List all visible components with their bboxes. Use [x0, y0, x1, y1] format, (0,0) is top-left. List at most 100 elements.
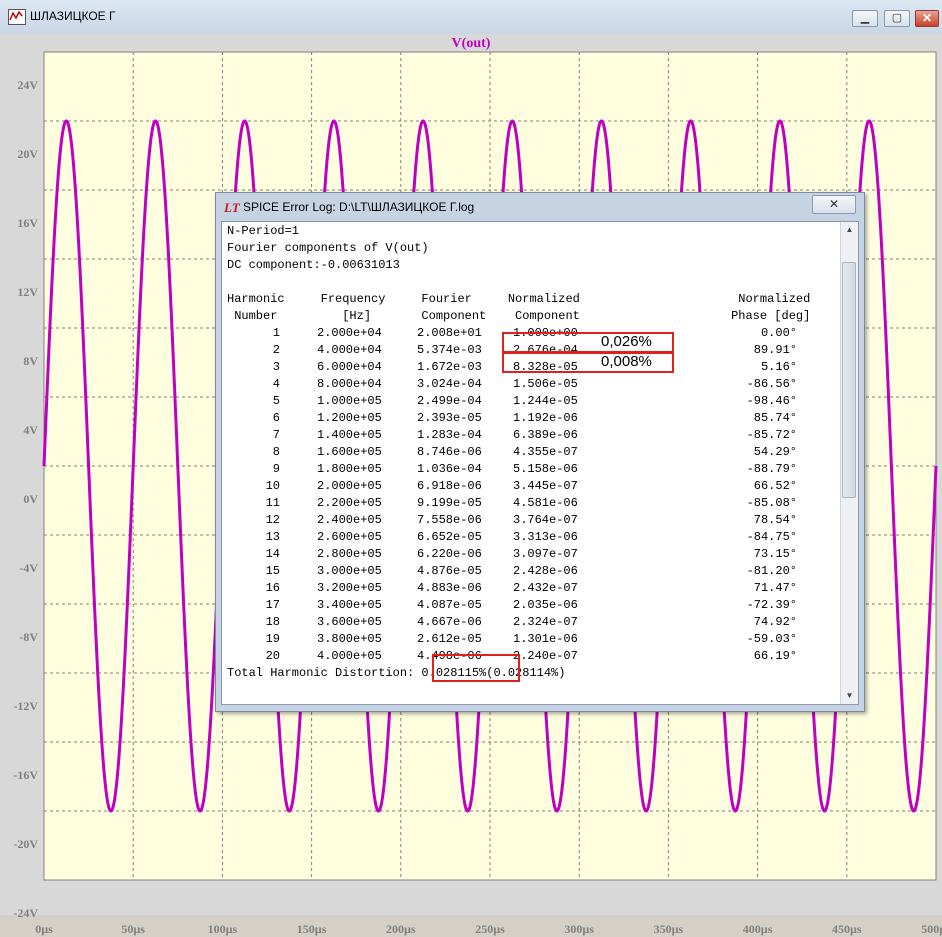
scroll-down-icon[interactable]: ▼	[841, 688, 858, 704]
n-period-line: N-Period=1	[227, 224, 300, 238]
fourier-component-cell: 8.746e-06	[417, 445, 482, 459]
x-tick-label: 0µs	[35, 922, 53, 936]
phase-cell: 66.52°	[753, 479, 797, 493]
scroll-up-icon[interactable]: ▲	[841, 222, 858, 238]
minimize-button[interactable]: ▁	[852, 10, 878, 27]
y-tick-label: -24V	[13, 906, 38, 920]
ltspice-logo-icon: LT	[224, 200, 240, 215]
normalized-component-cell: 5.158e-06	[513, 462, 578, 476]
harmonic-row: 4 8.000e+04 3.024e-04 1.506e-05 -86.56°	[222, 377, 842, 394]
normalized-component-cell: 2.035e-06	[513, 598, 578, 612]
normalized-component-cell: 2.428e-06	[513, 564, 578, 578]
window-title: ШЛАЗИЦКОЕ Г	[30, 9, 116, 23]
fourier-component-cell: 2.499e-04	[417, 394, 482, 408]
harmonic-number: 2	[272, 343, 280, 357]
frequency-cell: 2.400e+05	[317, 513, 382, 527]
harmonic-row: 7 1.400e+05 1.283e-04 6.389e-06 -85.72°	[222, 428, 842, 445]
maximize-button[interactable]: ▢	[884, 10, 910, 27]
normalized-component-cell: 2.324e-07	[513, 615, 578, 629]
normalized-component-cell: 1.244e-05	[513, 394, 578, 408]
x-tick-label: 250µs	[475, 922, 505, 936]
title-bar: ШЛАЗИЦКОЕ Г ▁ ▢ ✕	[0, 0, 942, 35]
close-button[interactable]: ✕	[915, 10, 939, 27]
fourier-component-cell: 2.612e-05	[417, 632, 482, 646]
x-tick-label: 100µs	[207, 922, 238, 936]
harmonic-row: 17 3.400e+05 4.087e-05 2.035e-06 -72.39°	[222, 598, 842, 615]
phase-cell: -72.39°	[746, 598, 797, 612]
x-tick-label: 350µs	[653, 922, 684, 936]
normalized-component-cell: 3.313e-06	[513, 530, 578, 544]
harmonic-row: 15 3.000e+05 4.876e-05 2.428e-06 -81.20°	[222, 564, 842, 581]
harmonic-number: 10	[265, 479, 280, 493]
harmonic-number: 5	[272, 394, 280, 408]
normalized-component-cell: 3.097e-07	[513, 547, 578, 561]
normalized-component-cell: 1.506e-05	[513, 377, 578, 391]
harmonic-row: 20 4.000e+05 4.498e-06 2.240e-07 66.19°	[222, 649, 842, 666]
normalized-component-cell: 2.240e-07	[513, 649, 578, 663]
log-close-button[interactable]: ✕	[812, 195, 856, 214]
phase-cell: -81.20°	[746, 564, 797, 578]
waveform-app-icon	[8, 9, 26, 25]
table-header-1: Harmonic Frequency Fourier Normalized No…	[227, 292, 811, 306]
phase-cell: 73.15°	[753, 547, 797, 561]
fourier-title-line: Fourier components of V(out)	[227, 241, 429, 255]
harmonic-number: 16	[265, 581, 280, 595]
minimize-icon: ▁	[860, 12, 870, 24]
annotation-h2-percent: 0,026%	[601, 333, 652, 350]
harmonic-number: 19	[265, 632, 280, 646]
frequency-cell: 2.000e+05	[317, 479, 382, 493]
harmonic-number: 18	[265, 615, 280, 629]
frequency-cell: 3.800e+05	[317, 632, 382, 646]
x-tick-label: 500µs	[921, 922, 942, 936]
harmonic-row: 14 2.800e+05 6.220e-06 3.097e-07 73.15°	[222, 547, 842, 564]
phase-cell: 78.54°	[753, 513, 797, 527]
y-tick-label: 12V	[17, 285, 38, 299]
frequency-cell: 2.200e+05	[317, 496, 382, 510]
harmonic-row: 8 1.600e+05 8.746e-06 4.355e-07 54.29°	[222, 445, 842, 462]
log-scrollbar[interactable]: ▲ ▼	[840, 222, 858, 704]
fourier-component-cell: 7.558e-06	[417, 513, 482, 527]
normalized-component-cell: 3.445e-07	[513, 479, 578, 493]
phase-cell: -85.08°	[746, 496, 797, 510]
harmonic-row: 10 2.000e+05 6.918e-06 3.445e-07 66.52°	[222, 479, 842, 496]
harmonic-row: 6 1.200e+05 2.393e-05 1.192e-06 85.74°	[222, 411, 842, 428]
normalized-component-cell: 2.432e-07	[513, 581, 578, 595]
y-tick-label: 24V	[17, 78, 38, 92]
annotation-h3-percent: 0,008%	[601, 353, 652, 370]
frequency-cell: 1.000e+05	[317, 394, 382, 408]
frequency-cell: 3.400e+05	[317, 598, 382, 612]
fourier-component-cell: 1.283e-04	[417, 428, 482, 442]
normalized-component-cell: 1.192e-06	[513, 411, 578, 425]
y-tick-label: -8V	[19, 630, 38, 644]
phase-cell: 5.16°	[760, 360, 797, 374]
x-tick-label: 200µs	[386, 922, 416, 936]
y-tick-label: 0V	[23, 492, 38, 506]
log-text-area[interactable]: N-Period=1 Fourier components of V(out) …	[221, 221, 859, 705]
scroll-thumb[interactable]	[842, 262, 856, 498]
harmonic-row: 18 3.600e+05 4.667e-06 2.324e-07 74.92°	[222, 615, 842, 632]
phase-cell: 89.91°	[753, 343, 797, 357]
fourier-component-cell: 9.199e-05	[417, 496, 482, 510]
harmonic-number: 3	[272, 360, 280, 374]
normalized-component-cell: 4.581e-06	[513, 496, 578, 510]
log-title: SPICE Error Log: D:\LT\ШЛАЗИЦКОЕ Г.log	[243, 200, 475, 214]
frequency-cell: 1.400e+05	[317, 428, 382, 442]
harmonic-number: 6	[272, 411, 280, 425]
fourier-component-cell: 2.008e+01	[417, 326, 482, 340]
frequency-cell: 6.000e+04	[317, 360, 382, 374]
phase-cell: 71.47°	[753, 581, 797, 595]
harmonic-row: 9 1.800e+05 1.036e-04 5.158e-06 -88.79°	[222, 462, 842, 479]
harmonic-row: 12 2.400e+05 7.558e-06 3.764e-07 78.54°	[222, 513, 842, 530]
frequency-cell: 1.600e+05	[317, 445, 382, 459]
harmonic-number: 9	[272, 462, 280, 476]
harmonic-number: 7	[272, 428, 280, 442]
phase-cell: 0.00°	[760, 326, 797, 340]
spice-error-log-window[interactable]: LT SPICE Error Log: D:\LT\ШЛАЗИЦКОЕ Г.lo…	[215, 192, 865, 712]
harmonic-number: 4	[272, 377, 280, 391]
frequency-cell: 3.000e+05	[317, 564, 382, 578]
fourier-component-cell: 1.036e-04	[417, 462, 482, 476]
x-tick-label: 50µs	[121, 922, 145, 936]
phase-cell: -84.75°	[746, 530, 797, 544]
frequency-cell: 1.800e+05	[317, 462, 382, 476]
harmonic-number: 20	[265, 649, 280, 663]
